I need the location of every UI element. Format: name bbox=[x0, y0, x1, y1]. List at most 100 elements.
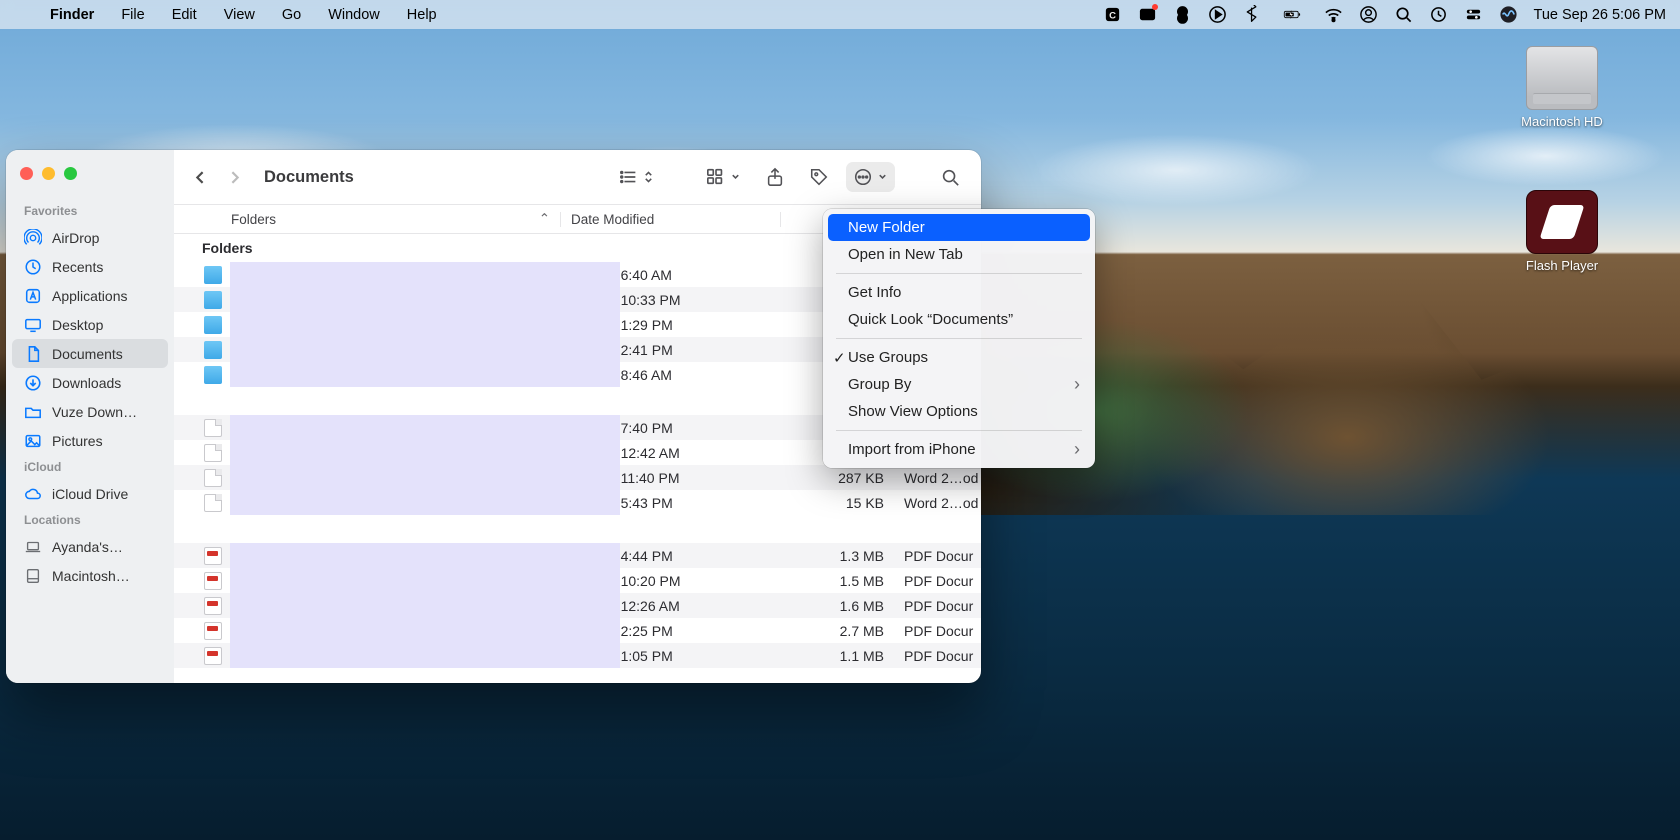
close-button[interactable] bbox=[20, 167, 33, 180]
pdf-icon bbox=[204, 597, 222, 615]
menubar-extra-icon[interactable]: C bbox=[1103, 5, 1122, 24]
siri-icon[interactable] bbox=[1499, 5, 1518, 24]
sidebar-item-label: Downloads bbox=[52, 375, 121, 391]
sidebar-item-label: Desktop bbox=[52, 317, 103, 333]
minimize-button[interactable] bbox=[42, 167, 55, 180]
window-controls bbox=[6, 160, 174, 198]
desktop-icon-flash-player[interactable]: Flash Player bbox=[1512, 190, 1612, 273]
group-button[interactable] bbox=[699, 162, 748, 192]
timemachine-icon[interactable] bbox=[1429, 5, 1448, 24]
folder-icon bbox=[24, 403, 42, 421]
sidebar-item-icloud-drive[interactable]: iCloud Drive bbox=[12, 479, 168, 508]
file-row[interactable]: 2020 at 1:05 PM1.1 MBPDF Docur bbox=[174, 643, 981, 668]
sidebar-item-documents[interactable]: Documents bbox=[12, 339, 168, 368]
search-button[interactable] bbox=[933, 162, 967, 192]
bluetooth-icon[interactable] bbox=[1243, 5, 1262, 24]
menu-item-use-groups[interactable]: Use Groups bbox=[828, 344, 1090, 371]
file-row[interactable]: 2020 at 5:43 PM15 KBWord 2…od bbox=[174, 490, 981, 515]
cell-kind: PDF Docur bbox=[894, 648, 981, 664]
cell-date: 2022 at 6:40 AM bbox=[560, 267, 780, 283]
sidebar-item-ayanda-s-[interactable]: Ayanda's… bbox=[12, 532, 168, 561]
cell-kind: Word 2…od bbox=[894, 470, 981, 486]
cell-date: 2020 at 12:26 AM bbox=[560, 598, 780, 614]
doc-icon bbox=[204, 444, 222, 462]
file-row[interactable]: 2020 at 12:26 AM1.6 MBPDF Docur bbox=[174, 593, 981, 618]
spotlight-icon[interactable] bbox=[1394, 5, 1413, 24]
cell-date: 2021 at 11:40 PM bbox=[560, 470, 780, 486]
file-row[interactable]: 2020 at 2:25 PM2.7 MBPDF Docur bbox=[174, 618, 981, 643]
play-icon[interactable] bbox=[1208, 5, 1227, 24]
view-list-button[interactable] bbox=[612, 162, 661, 192]
disk-icon bbox=[24, 567, 42, 585]
sidebar-item-pictures[interactable]: Pictures bbox=[12, 426, 168, 455]
menu-item-show-view-options[interactable]: Show View Options bbox=[828, 398, 1090, 425]
finder-toolbar: Documents bbox=[174, 150, 981, 204]
file-row[interactable]: 2020 at 10:20 PM1.5 MBPDF Docur bbox=[174, 568, 981, 593]
menu-go[interactable]: Go bbox=[273, 7, 310, 23]
control-center-icon[interactable] bbox=[1464, 5, 1483, 24]
battery-icon[interactable] bbox=[1278, 5, 1308, 24]
cell-date: 2022 at 8:46 AM bbox=[560, 367, 780, 383]
more-button[interactable] bbox=[846, 162, 895, 192]
menu-item-open-in-new-tab[interactable]: Open in New Tab bbox=[828, 241, 1090, 268]
file-row[interactable]: 2021 at 11:40 PM287 KBWord 2…od bbox=[174, 465, 981, 490]
menu-item-quick-look-documents-[interactable]: Quick Look “Documents” bbox=[828, 306, 1090, 333]
menu-file[interactable]: File bbox=[112, 7, 153, 23]
cell-kind: Word 2…od bbox=[894, 495, 981, 511]
sidebar-item-label: Ayanda's… bbox=[52, 539, 123, 555]
file-row[interactable]: 2021 at 4:44 PM1.3 MBPDF Docur bbox=[174, 543, 981, 568]
folder-icon bbox=[204, 366, 222, 384]
context-menu: New FolderOpen in New Tab Get InfoQuick L… bbox=[823, 209, 1095, 468]
sidebar-item-downloads[interactable]: Downloads bbox=[12, 368, 168, 397]
cell-date: 2021 at 4:44 PM bbox=[560, 548, 780, 564]
menubar-extra-icon[interactable] bbox=[1138, 5, 1157, 24]
menu-item-get-info[interactable]: Get Info bbox=[828, 279, 1090, 306]
window-title: Documents bbox=[264, 168, 354, 187]
menu-edit[interactable]: Edit bbox=[163, 7, 206, 23]
sidebar-item-airdrop[interactable]: AirDrop bbox=[12, 223, 168, 252]
tag-button[interactable] bbox=[802, 162, 836, 192]
cell-date: 2020 at 5:43 PM bbox=[560, 495, 780, 511]
pdf-icon bbox=[204, 547, 222, 565]
doc-icon bbox=[204, 419, 222, 437]
sidebar-item-applications[interactable]: Applications bbox=[12, 281, 168, 310]
column-name[interactable]: Folders⌃ bbox=[174, 212, 560, 227]
sidebar-item-vuze-down-[interactable]: Vuze Down… bbox=[12, 397, 168, 426]
forward-button[interactable] bbox=[218, 162, 250, 192]
creative-cloud-icon[interactable] bbox=[1173, 5, 1192, 24]
wifi-icon[interactable] bbox=[1324, 5, 1343, 24]
sidebar-item-macintosh-[interactable]: Macintosh… bbox=[12, 561, 168, 590]
apple-menu[interactable] bbox=[14, 7, 32, 23]
menu-separator bbox=[836, 430, 1082, 431]
folder-icon bbox=[204, 291, 222, 309]
menu-window[interactable]: Window bbox=[319, 7, 389, 23]
menu-view[interactable]: View bbox=[215, 7, 264, 23]
column-date[interactable]: Date Modified bbox=[560, 212, 780, 227]
desktop-icon-macintosh-hd[interactable]: Macintosh HD bbox=[1512, 46, 1612, 129]
finder-sidebar: FavoritesAirDropRecentsApplicationsDeskt… bbox=[6, 150, 174, 683]
menu-help[interactable]: Help bbox=[398, 7, 446, 23]
menubar-datetime[interactable]: Tue Sep 26 5:06 PM bbox=[1534, 7, 1666, 23]
sidebar-item-recents[interactable]: Recents bbox=[12, 252, 168, 281]
menu-separator bbox=[836, 273, 1082, 274]
back-button[interactable] bbox=[184, 162, 216, 192]
doc-icon bbox=[204, 469, 222, 487]
cell-size: 1.3 MB bbox=[780, 548, 894, 564]
sidebar-item-desktop[interactable]: Desktop bbox=[12, 310, 168, 339]
cell-size: 287 KB bbox=[780, 470, 894, 486]
desktop-icon-label: Flash Player bbox=[1512, 258, 1612, 273]
share-button[interactable] bbox=[758, 162, 792, 192]
sidebar-item-label: Macintosh… bbox=[52, 568, 130, 584]
sidebar-item-label: Documents bbox=[52, 346, 123, 362]
zoom-button[interactable] bbox=[64, 167, 77, 180]
menu-item-group-by[interactable]: Group By bbox=[828, 371, 1090, 398]
menu-app-name[interactable]: Finder bbox=[41, 7, 103, 23]
airdrop-icon bbox=[24, 229, 42, 247]
menu-item-new-folder[interactable]: New Folder bbox=[828, 214, 1090, 241]
folder-icon bbox=[204, 266, 222, 284]
menu-item-import-from-iphone[interactable]: Import from iPhone bbox=[828, 436, 1090, 463]
user-icon[interactable] bbox=[1359, 5, 1378, 24]
cell-kind: PDF Docur bbox=[894, 548, 981, 564]
sidebar-section-header: Locations bbox=[6, 508, 174, 532]
cell-date: 2022 at 1:29 PM bbox=[560, 317, 780, 333]
